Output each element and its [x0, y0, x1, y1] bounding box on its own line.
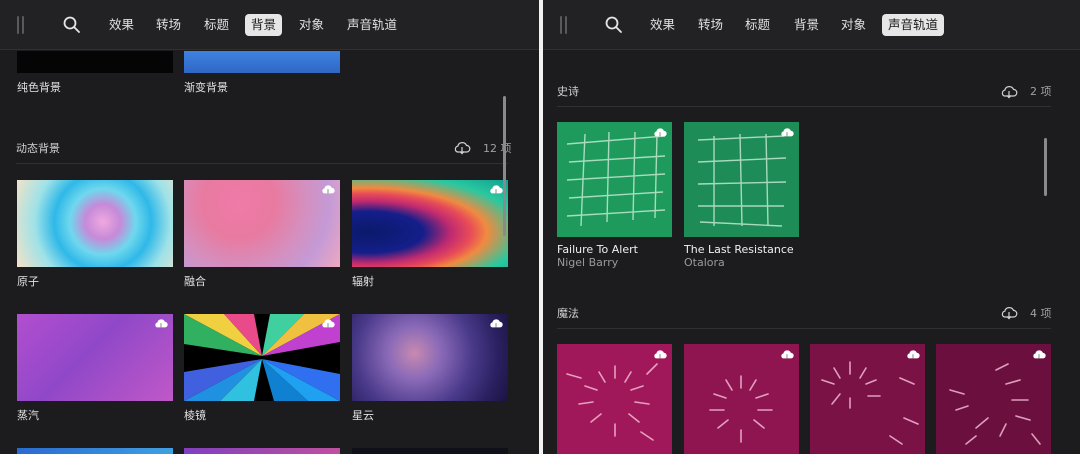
- top-toolbar: 效果 转场 标题 背景 对象 声音轨道: [0, 0, 539, 50]
- fusion-background-thumbnail[interactable]: [184, 180, 340, 267]
- cloud-download-icon: [490, 319, 503, 328]
- cloud-download-icon: [654, 350, 667, 359]
- tab-backgrounds[interactable]: 背景: [788, 14, 825, 36]
- scrollbar-thumb[interactable]: [1044, 138, 1047, 196]
- section-title: 魔法: [557, 307, 579, 320]
- soundtracks-panel: 效果 转场 标题 背景 对象 声音轨道 史诗 2 项 Failure To Al…: [543, 0, 1080, 454]
- tab-soundtracks[interactable]: 声音轨道: [341, 14, 403, 36]
- tab-effects[interactable]: 效果: [644, 14, 681, 36]
- backgrounds-panel: 效果 转场 标题 背景 对象 声音轨道 纯色背景 渐变背景 动态背景 12 项 …: [0, 0, 539, 454]
- prism-background-label: 棱镜: [184, 409, 206, 422]
- radiation-background-thumbnail[interactable]: [352, 180, 508, 267]
- atom-background-thumbnail[interactable]: [17, 180, 173, 267]
- steam-background-label: 蒸汽: [17, 409, 39, 422]
- gradient-background-label: 渐变背景: [184, 81, 228, 94]
- nebula-background-label: 星云: [352, 409, 374, 422]
- search-icon[interactable]: [62, 15, 82, 35]
- item-count: 12 项: [483, 142, 512, 155]
- grid-pattern-graphic: [566, 131, 666, 227]
- section-title: 动态背景: [16, 142, 60, 155]
- cloud-download-icon: [907, 350, 920, 359]
- solid-background-label: 纯色背景: [17, 81, 61, 94]
- section-divider: [16, 163, 508, 164]
- atom-background-label: 原子: [17, 275, 39, 288]
- prism-background-thumbnail[interactable]: [184, 314, 340, 401]
- cloud-download-icon: [781, 128, 794, 137]
- tab-objects[interactable]: 对象: [293, 14, 330, 36]
- grid-pattern-graphic: [697, 133, 787, 227]
- section-divider: [557, 328, 1051, 329]
- track-artwork[interactable]: [684, 344, 799, 454]
- section-divider: [557, 106, 1051, 107]
- track-title: The Last Resistance: [684, 243, 794, 256]
- tab-objects[interactable]: 对象: [835, 14, 872, 36]
- cloud-download-icon: [654, 128, 667, 137]
- track-artist: Otalora: [684, 256, 725, 269]
- solid-background-thumbnail[interactable]: [17, 51, 173, 73]
- cloud-download-icon: [322, 185, 335, 194]
- drag-handle-icon[interactable]: [560, 16, 568, 34]
- cloud-download-icon: [1033, 350, 1046, 359]
- background-thumbnail-partial[interactable]: [184, 448, 340, 454]
- cloud-download-icon[interactable]: [1000, 305, 1018, 320]
- tab-transitions[interactable]: 转场: [150, 14, 187, 36]
- gradient-background-thumbnail[interactable]: [184, 51, 340, 73]
- cloud-download-icon[interactable]: [1000, 84, 1018, 99]
- track-title: Failure To Alert: [557, 243, 638, 256]
- track-artwork[interactable]: [810, 344, 925, 454]
- steam-background-thumbnail[interactable]: [17, 314, 173, 401]
- radiation-background-label: 辐射: [352, 275, 374, 288]
- tab-effects[interactable]: 效果: [103, 14, 140, 36]
- track-artwork[interactable]: [936, 344, 1051, 454]
- background-thumbnail-partial[interactable]: [352, 448, 508, 454]
- tab-titles[interactable]: 标题: [198, 14, 235, 36]
- section-title: 史诗: [557, 85, 579, 98]
- cloud-download-icon: [781, 350, 794, 359]
- search-icon[interactable]: [604, 15, 624, 35]
- cloud-download-icon: [322, 319, 335, 328]
- tab-transitions[interactable]: 转场: [692, 14, 729, 36]
- item-count: 2 项: [1030, 85, 1052, 98]
- track-artwork[interactable]: [557, 122, 672, 237]
- nebula-background-thumbnail[interactable]: [352, 314, 508, 401]
- cloud-download-icon: [155, 319, 168, 328]
- track-artwork[interactable]: [557, 344, 672, 454]
- cloud-download-icon[interactable]: [453, 140, 471, 155]
- track-artwork[interactable]: [684, 122, 799, 237]
- fusion-background-label: 融合: [184, 275, 206, 288]
- top-toolbar: 效果 转场 标题 背景 对象 声音轨道: [543, 0, 1080, 50]
- track-artist: Nigel Barry: [557, 256, 619, 269]
- cloud-download-icon: [490, 185, 503, 194]
- tab-titles[interactable]: 标题: [739, 14, 776, 36]
- tab-soundtracks[interactable]: 声音轨道: [882, 14, 945, 36]
- drag-handle-icon[interactable]: [17, 16, 25, 34]
- item-count: 4 项: [1030, 307, 1052, 320]
- scrollbar-thumb[interactable]: [503, 96, 506, 236]
- prism-rays-graphic: [184, 314, 340, 401]
- tab-backgrounds[interactable]: 背景: [245, 14, 283, 36]
- background-thumbnail-partial[interactable]: [17, 448, 173, 454]
